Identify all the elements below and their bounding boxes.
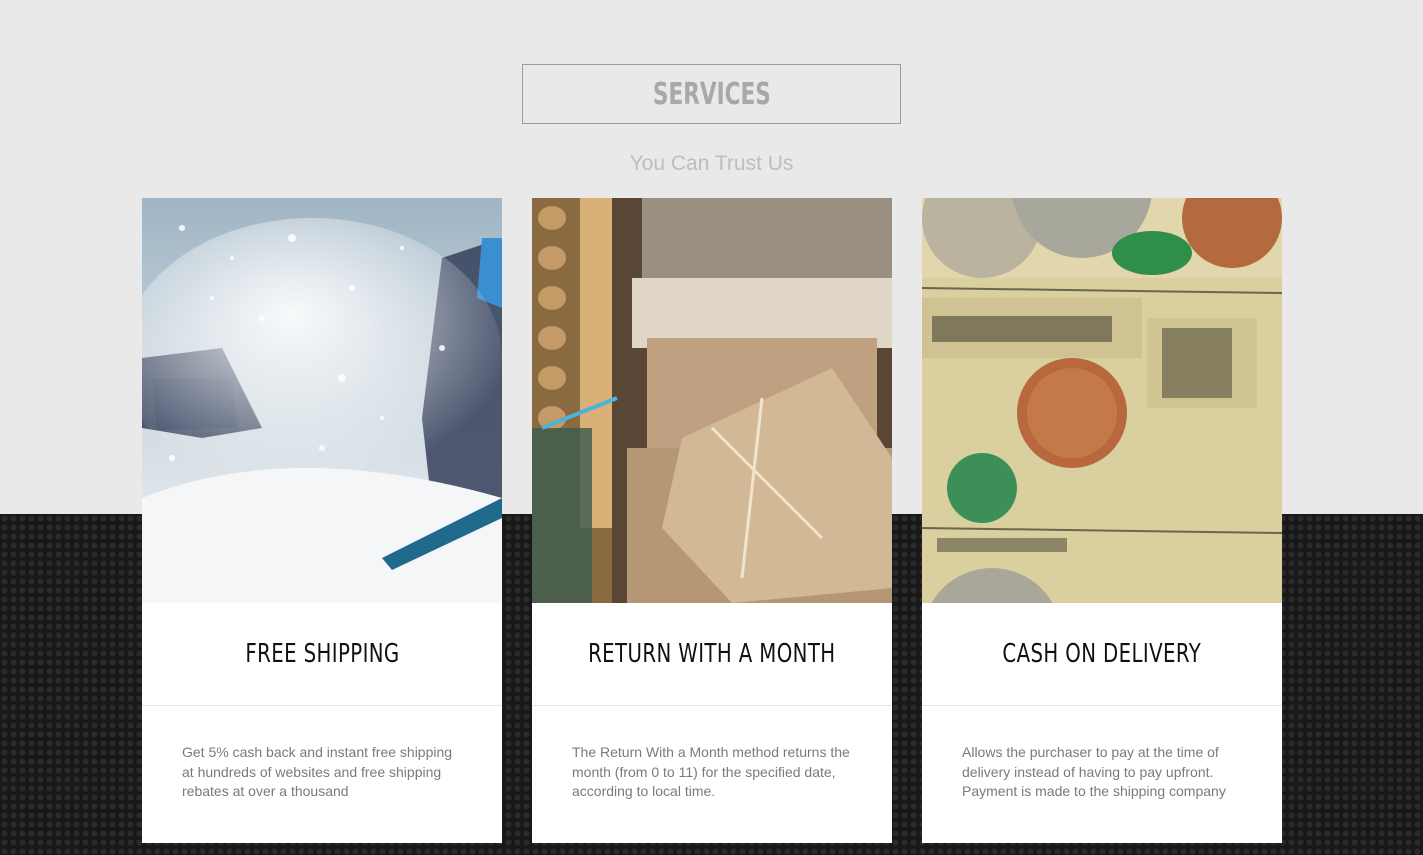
card-title: FREE SHIPPING [244, 639, 400, 669]
card-description: Get 5% cash back and instant free shippi… [182, 744, 453, 799]
money-photo [922, 198, 1282, 603]
section-title: SERVICES [652, 76, 771, 112]
card-title-area: CASH ON DELIVERY [922, 603, 1282, 706]
service-card-free-shipping: FREE SHIPPING Get 5% cash back and insta… [142, 198, 502, 843]
packages-photo [532, 198, 892, 603]
card-title: RETURN WITH A MONTH [588, 639, 836, 669]
card-title-area: FREE SHIPPING [142, 603, 502, 706]
card-title: CASH ON DELIVERY [1002, 639, 1202, 669]
section-title-box: SERVICES [522, 64, 901, 124]
service-card-return-with-a-month: RETURN WITH A MONTH The Return With a Mo… [532, 198, 892, 843]
service-card-cash-on-delivery: CASH ON DELIVERY Allows the purchaser to… [922, 198, 1282, 843]
card-title-area: RETURN WITH A MONTH [532, 603, 892, 706]
snowboarder-photo [142, 198, 502, 603]
card-description: The Return With a Month method returns t… [572, 744, 850, 799]
card-description: Allows the purchaser to pay at the time … [962, 744, 1226, 799]
section-subtitle: You Can Trust Us [629, 152, 794, 175]
